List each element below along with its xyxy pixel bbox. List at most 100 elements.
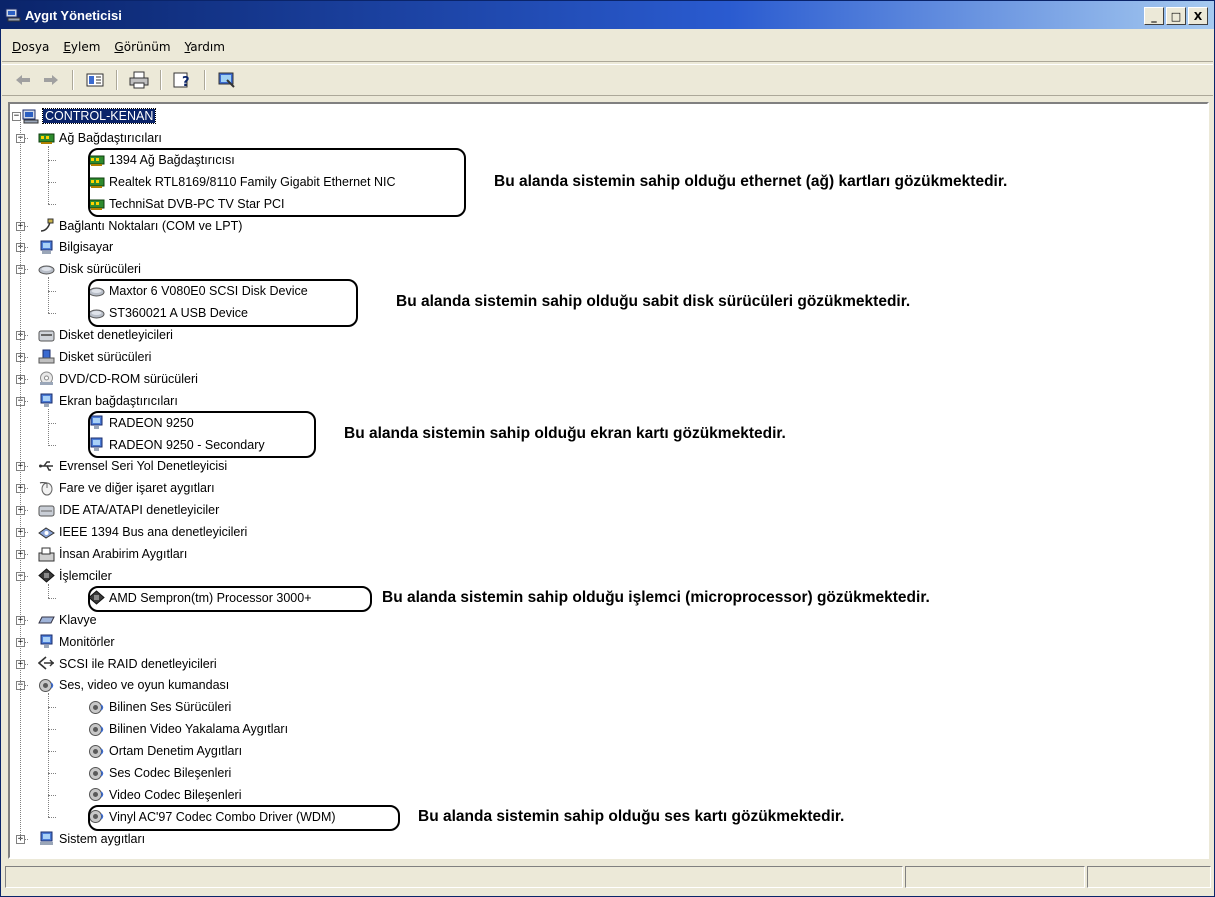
tree-item-label: IEEE 1394 Bus ana denetleyicileri [59,525,248,540]
computer-icon [22,109,39,124]
usb-icon [38,459,55,474]
tree-category-i-nsan-arabirim-ayg-tlar[interactable]: İnsan Arabirim Aygıtları [38,544,187,564]
tree-device-video-codec-bile-enleri[interactable]: Video Codec Bileşenleri [88,785,242,805]
tree-item-label: SCSI ile RAID denetleyicileri [59,656,217,671]
annotation-cpu: Bu alanda sistemin sahip olduğu işlemci … [382,588,930,606]
tree-item-label: Ses, video ve oyun kumandası [59,678,230,693]
status-pane-3 [1087,866,1211,888]
tree-category-dvd-cd-rom-s-r-c-leri[interactable]: DVD/CD-ROM sürücüleri [38,369,198,389]
tree-item-label: Evrensel Seri Yol Denetleyicisi [59,459,228,474]
minimize-button[interactable]: _ [1144,7,1164,25]
close-button[interactable]: X [1188,7,1208,25]
print-icon[interactable] [128,69,150,91]
tree-category-scsi-ile-raid-denetleyicileri[interactable]: SCSI ile RAID denetleyicileri [37,654,217,674]
tree-category-fare-ve-di-er-i-aret-ayg-tlar[interactable]: Fare ve diğer işaret aygıtları [38,478,215,498]
port-icon [38,218,55,233]
tree-category-ses-video-ve-oyun-kumandas[interactable]: Ses, video ve oyun kumandası [38,675,229,695]
tree-category-disk-s-r-c-leri[interactable]: Disk sürücüleri [38,259,141,279]
menu-bar: Dosya Eylem Görünüm Yardım [2,32,1213,62]
keyboard-icon [38,612,55,627]
system-icon [38,831,55,846]
tree-item-label: Fare ve diğer işaret aygıtları [59,481,215,496]
tree-item-label: Ağ Bağdaştırıcıları [59,130,162,145]
display-icon [38,393,55,408]
sound-icon [88,722,105,737]
scan-hardware-icon[interactable] [216,69,238,91]
net-icon [38,130,55,145]
device-manager-icon [5,7,21,23]
annotation-display: Bu alanda sistemin sahip olduğu ekran ka… [344,424,786,442]
floppyctl-icon [38,328,55,343]
tree-item-label: IDE ATA/ATAPI denetleyiciler [59,503,220,518]
tree-category-monit-rler[interactable]: Monitörler [38,632,115,652]
tree-item-label: Disket denetleyicileri [59,328,173,342]
tree-item-label: Klavye [59,612,97,627]
menu-action[interactable]: Eylem [63,40,100,54]
tree-category-evrensel-seri-yol-denetleyicisi[interactable]: Evrensel Seri Yol Denetleyicisi [38,456,227,476]
title-bar[interactable]: Aygıt Yöneticisi _ □ X [1,1,1214,29]
callout-box-cpu [88,585,372,612]
status-bar [5,866,1211,890]
menu-file[interactable]: Dosya [12,40,49,54]
tree-item-label: Disk sürücüleri [59,262,141,277]
dvd-icon [38,371,55,386]
sound-icon [88,766,105,781]
tree-category-disket-s-r-c-leri[interactable]: Disket sürücüleri [38,347,151,367]
tree-category-ekran-ba-da-t-r-c-lar[interactable]: Ekran bağdaştırıcıları [38,391,178,411]
tree-category-klavye[interactable]: Klavye [38,610,97,630]
svg-text:?: ? [182,75,190,89]
menu-help[interactable]: Yardım [185,40,225,54]
callout-box-network [88,147,466,218]
ide-icon [38,503,55,518]
tree-category-disket-denetleyicileri[interactable]: Disket denetleyicileri [38,325,173,345]
sound-icon [88,744,105,759]
scsi-icon [37,656,55,671]
tree-item-label: DVD/CD-ROM sürücüleri [59,371,198,386]
tree-device-ortam-denetim-ayg-tlar[interactable]: Ortam Denetim Aygıtları [88,741,242,761]
tree-item-label: Ekran bağdaştırıcıları [59,393,178,408]
help-icon[interactable]: ? [172,69,194,91]
tree-category-ieee-1394-bus-ana-denetleyicileri[interactable]: IEEE 1394 Bus ana denetleyicileri [38,522,247,542]
status-pane-2 [905,866,1085,888]
tree-item-label: Video Codec Bileşenleri [109,787,242,802]
tree-category-a-ba-da-t-r-c-lar[interactable]: Ağ Bağdaştırıcıları [38,128,162,148]
tree-item-label: Bağlantı Noktaları (COM ve LPT) [59,218,243,233]
sound-icon [38,678,55,693]
tree-root-computer[interactable]: CONTROL-KENAN [22,106,157,126]
tree-category-i-lemciler[interactable]: İşlemciler [38,566,112,586]
tree-device-ses-codec-bile-enleri[interactable]: Ses Codec Bileşenleri [88,763,231,783]
device-tree[interactable]: − CONTROL-KENAN − Ağ Bağdaştırıcıları 1394 A… [8,102,1209,859]
tree-item-label: Monitörler [59,634,115,649]
tree-item-label: Bilgisayar [59,240,114,255]
tree-item-label: Disket sürücüleri [59,349,152,364]
properties-icon[interactable] [84,69,106,91]
annotation-disk: Bu alanda sistemin sahip olduğu sabit di… [396,293,911,311]
menu-view[interactable]: Görünüm [114,40,170,54]
back-icon[interactable] [12,69,34,91]
display-icon [38,634,55,649]
sound-icon [88,787,105,802]
tree-item-label: Ses Codec Bileşenleri [109,766,232,780]
pc-icon [38,240,55,255]
cpu-icon [38,568,55,584]
tree-item-label: İnsan Arabirim Aygıtları [59,547,188,561]
disk-icon [38,262,55,277]
tree-item-label: Bilinen Video Yakalama Aygıtları [109,722,289,737]
status-pane-main [5,866,903,888]
tree-device-bilinen-video-yakalama-ayg-tlar[interactable]: Bilinen Video Yakalama Aygıtları [88,719,288,739]
maximize-button[interactable]: □ [1166,7,1186,25]
device-manager-window: Aygıt Yöneticisi _ □ X Dosya Eylem Görün… [0,0,1215,897]
tree-item-label: Bilinen Ses Sürücüleri [109,700,232,715]
hid-icon [38,547,55,562]
tree-category-sistem-ayg-tlar[interactable]: Sistem aygıtları [38,829,145,849]
tree-category-bilgisayar[interactable]: Bilgisayar [38,237,113,257]
tree-item-label: Ortam Denetim Aygıtları [109,744,243,759]
toolbar: ? [2,64,1213,96]
tree-category-ide-ata-atapi-denetleyiciler[interactable]: IDE ATA/ATAPI denetleyiciler [38,500,219,520]
forward-icon[interactable] [40,69,62,91]
tree-item-label: İşlemciler [59,568,112,583]
callout-box-display [88,410,316,459]
bus1394-icon [38,525,55,540]
tree-device-bilinen-ses-s-r-c-leri[interactable]: Bilinen Ses Sürücüleri [88,697,231,717]
tree-category-ba-lant-noktalar-com-ve-lpt[interactable]: Bağlantı Noktaları (COM ve LPT) [38,216,242,236]
